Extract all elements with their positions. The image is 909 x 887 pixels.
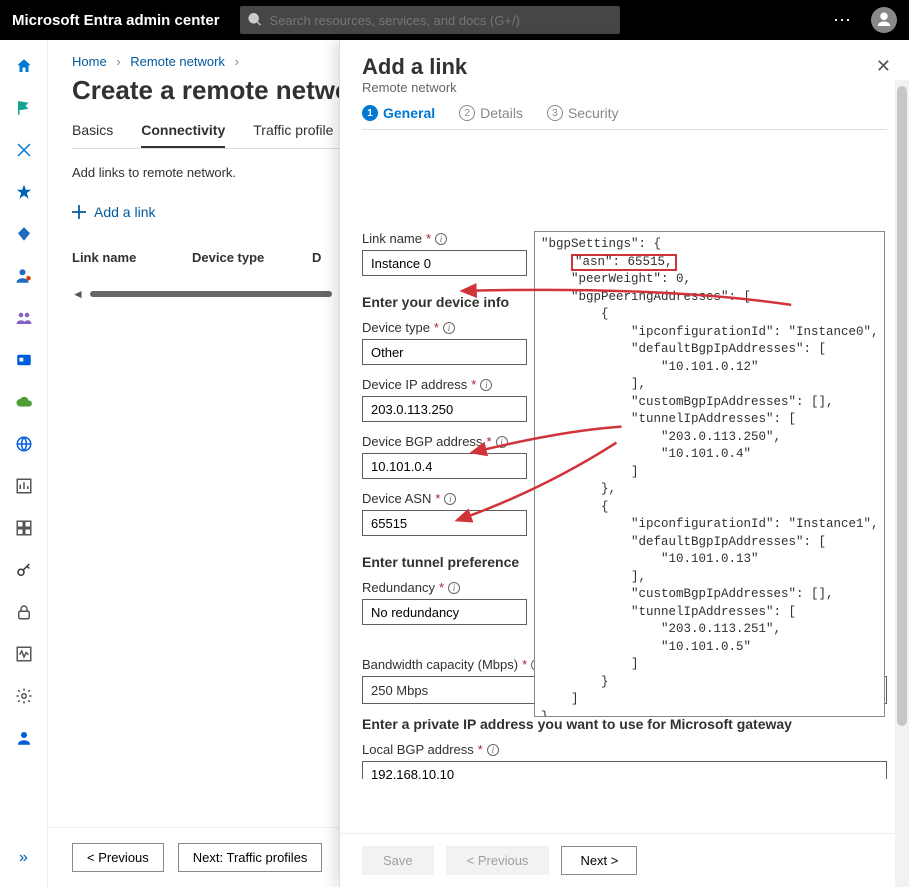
vertical-scrollbar[interactable] <box>895 80 909 887</box>
step-details[interactable]: 2Details <box>459 105 523 121</box>
redundancy-input[interactable] <box>362 599 527 625</box>
avatar[interactable] <box>871 7 897 33</box>
previous-button[interactable]: < Previous <box>72 843 164 872</box>
panel-title: Add a link <box>362 54 887 80</box>
next-traffic-button[interactable]: Next: Traffic profiles <box>178 843 323 872</box>
label-local-bgp: Local BGP address * i <box>362 742 887 757</box>
section-tunnel: Enter tunnel preference <box>362 554 538 570</box>
info-icon[interactable]: i <box>443 322 455 334</box>
save-button: Save <box>362 846 434 875</box>
label-device-type: Device type * i <box>362 320 538 335</box>
chart-icon[interactable] <box>14 476 34 496</box>
tab-basics[interactable]: Basics <box>72 122 113 148</box>
horizontal-scrollbar[interactable]: ◄ <box>72 287 332 301</box>
search-icon <box>248 13 262 27</box>
badge-icon[interactable] <box>14 350 34 370</box>
label-device-bgp: Device BGP address * i <box>362 434 538 449</box>
scroll-thumb[interactable] <box>897 86 907 726</box>
group-icon[interactable] <box>14 308 34 328</box>
asn-highlight: "asn": 65515, <box>571 254 677 272</box>
crumb-home[interactable]: Home <box>72 54 107 69</box>
lock-icon[interactable] <box>14 602 34 622</box>
col-device-type: Device type <box>192 250 312 265</box>
device-ip-input[interactable] <box>362 396 527 422</box>
cloud-icon[interactable] <box>14 392 34 412</box>
grid-icon[interactable] <box>14 518 34 538</box>
brand: Microsoft Entra admin center <box>12 12 240 29</box>
tools-icon[interactable] <box>14 140 34 160</box>
user-icon[interactable] <box>14 728 34 748</box>
step-general[interactable]: 1General <box>362 105 435 121</box>
crumb-remote-network[interactable]: Remote network <box>130 54 225 69</box>
add-link-panel: Add a link Remote network ✕ 1General 2De… <box>339 40 909 887</box>
label-device-asn: Device ASN * i <box>362 491 538 506</box>
device-asn-input[interactable] <box>362 510 527 536</box>
device-type-input[interactable] <box>362 339 527 365</box>
key-icon[interactable] <box>14 560 34 580</box>
plus-icon <box>72 205 86 219</box>
home-icon[interactable] <box>14 56 34 76</box>
device-bgp-input[interactable] <box>362 453 527 479</box>
gear-icon[interactable] <box>14 686 34 706</box>
panel-subtitle: Remote network <box>362 80 887 95</box>
close-icon[interactable]: ✕ <box>876 56 891 77</box>
col-link-name: Link name <box>72 250 192 265</box>
topbar: Microsoft Entra admin center ⋯ <box>0 0 909 40</box>
panel-footer: Save < Previous Next > <box>340 833 909 887</box>
scroll-track[interactable] <box>90 291 332 297</box>
more-icon[interactable]: ⋯ <box>833 10 853 31</box>
panel-header: Add a link Remote network ✕ <box>340 40 909 105</box>
panel-body: 1General 2Details 3Security Link name * … <box>340 105 909 833</box>
info-icon[interactable]: i <box>496 436 508 448</box>
flag-icon[interactable] <box>14 98 34 118</box>
info-icon[interactable]: i <box>448 582 460 594</box>
panel-next-button[interactable]: Next > <box>561 846 637 875</box>
add-link-label: Add a link <box>94 204 155 220</box>
info-icon[interactable]: i <box>444 493 456 505</box>
json-config-display: "bgpSettings": { "asn": 65515, "peerWeig… <box>534 231 885 717</box>
label-redundancy: Redundancy * i <box>362 580 538 595</box>
heartbeat-icon[interactable] <box>14 644 34 664</box>
section-private-ip: Enter a private IP address you want to u… <box>362 716 887 732</box>
tab-connectivity[interactable]: Connectivity <box>141 122 225 148</box>
label-device-ip: Device IP address * i <box>362 377 538 392</box>
link-name-input[interactable] <box>362 250 527 276</box>
tab-traffic[interactable]: Traffic profile <box>253 122 333 148</box>
left-rail: » <box>0 40 48 887</box>
info-icon[interactable]: i <box>480 379 492 391</box>
info-icon[interactable]: i <box>435 233 447 245</box>
panel-previous-button: < Previous <box>446 846 550 875</box>
local-bgp-input[interactable] <box>362 761 887 779</box>
search-input[interactable] <box>270 13 612 28</box>
person-icon[interactable] <box>14 266 34 286</box>
col-extra: D <box>312 250 321 265</box>
star-icon[interactable] <box>14 182 34 202</box>
section-device-info: Enter your device info <box>362 294 538 310</box>
info-icon[interactable]: i <box>487 744 499 756</box>
wizard-steps: 1General 2Details 3Security <box>362 105 887 130</box>
globe-icon[interactable] <box>14 434 34 454</box>
expand-rail-icon[interactable]: » <box>19 849 28 867</box>
diamond-icon[interactable] <box>14 224 34 244</box>
chevron-left-icon[interactable]: ◄ <box>72 287 84 301</box>
label-link-name: Link name * i <box>362 231 538 246</box>
step-security[interactable]: 3Security <box>547 105 619 121</box>
global-search[interactable] <box>240 6 620 34</box>
